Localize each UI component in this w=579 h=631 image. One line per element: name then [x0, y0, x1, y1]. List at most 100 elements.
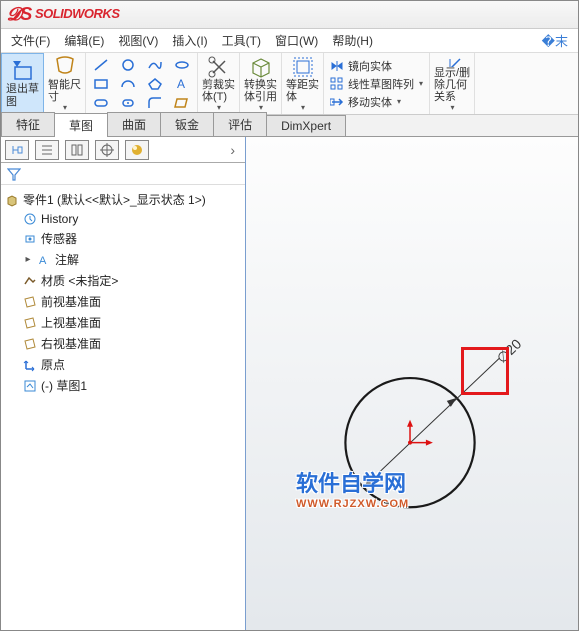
chevron-down-icon: ▾ — [419, 79, 423, 88]
panel-chevron-icon[interactable]: › — [224, 142, 241, 158]
tree-origin[interactable]: 原点 — [1, 354, 245, 375]
scene: ∅20 — [246, 137, 578, 630]
tree-sketch1[interactable]: (-) 草图1 — [1, 375, 245, 396]
feature-tree-panel: › 零件1 (默认<<默认>_显示状态 1>) History 传感器 ▸ A … — [1, 137, 246, 630]
tab-dimxpert[interactable]: DimXpert — [266, 115, 346, 136]
plane-icon — [23, 337, 37, 351]
exit-sketch-icon — [11, 59, 35, 83]
tree-front-plane[interactable]: 前视基准面 — [1, 291, 245, 312]
chevron-down-icon: ▾ — [451, 103, 455, 112]
fillet-tool[interactable] — [142, 94, 168, 112]
menu-window[interactable]: 窗口(W) — [269, 30, 324, 51]
spline-tool[interactable] — [142, 56, 168, 74]
tree-material[interactable]: 材质 <未指定> — [1, 270, 245, 291]
menu-view[interactable]: 视图(V) — [112, 30, 164, 51]
relations-button[interactable]: 显示/删 除几何 关系 ▾ — [430, 53, 475, 114]
origin-marker — [407, 420, 433, 446]
history-icon — [23, 212, 37, 226]
smart-dimension-button[interactable]: 智能尺 寸 ▾ — [44, 53, 86, 114]
exit-sketch-button[interactable]: 退出草 图 — [1, 53, 44, 114]
origin-icon — [23, 358, 37, 372]
offset-button[interactable]: 等距实 体 ▾ — [282, 53, 324, 114]
rect-tool[interactable] — [88, 75, 114, 93]
ribbon: 退出草 图 智能尺 寸 ▾ A 剪裁实 体(T) ▾ 转换实 体引用 ▾ 等距实… — [1, 53, 578, 115]
graphics-canvas[interactable]: ∅20 软件自学网 WWW.RJZXW.COM — [246, 137, 578, 630]
point-tool[interactable] — [115, 94, 141, 112]
search-icon[interactable]: �末 — [536, 29, 574, 52]
tree-icon — [10, 143, 24, 157]
annotation-icon: A — [37, 253, 51, 267]
target-icon — [100, 143, 114, 157]
tab-sheetmetal[interactable]: 钣金 — [160, 112, 214, 136]
tab-sketch[interactable]: 草图 — [54, 113, 108, 137]
offset-icon — [291, 55, 315, 79]
material-icon — [23, 274, 37, 288]
menu-edit[interactable]: 编辑(E) — [58, 30, 110, 51]
convert-button[interactable]: 转换实 体引用 ▾ — [240, 53, 282, 114]
app-logo: 𝓓S SOLIDWORKS — [7, 4, 120, 25]
sketch-tools-grid: A — [86, 53, 198, 114]
tree-annotations[interactable]: ▸ A 注解 — [1, 249, 245, 270]
config-tab[interactable] — [65, 140, 89, 160]
text-tool[interactable]: A — [169, 75, 195, 93]
chevron-down-icon: ▾ — [301, 103, 305, 112]
plane-tool[interactable] — [169, 94, 195, 112]
move-icon — [330, 95, 344, 109]
tree-top-plane[interactable]: 上视基准面 — [1, 312, 245, 333]
svg-text:A: A — [39, 255, 47, 267]
menu-help[interactable]: 帮助(H) — [326, 30, 379, 51]
chevron-down-icon: ▾ — [259, 103, 263, 112]
mirror-icon — [330, 59, 344, 73]
svg-text:A: A — [177, 77, 185, 91]
convert-label: 转换实 体引用 — [244, 79, 277, 103]
tree-root[interactable]: 零件1 (默认<<默认>_显示状态 1>) — [1, 189, 245, 210]
menu-file[interactable]: 文件(F) — [5, 30, 56, 51]
transform-group: 镜向实体 线性草图阵列▾ 移动实体▾ — [324, 53, 430, 114]
dim-tab[interactable] — [95, 140, 119, 160]
tab-surface[interactable]: 曲面 — [107, 112, 161, 136]
plane-icon — [23, 316, 37, 330]
slot-tool[interactable] — [88, 94, 114, 112]
arrowhead-icon — [447, 398, 457, 407]
move-button[interactable]: 移动实体▾ — [330, 94, 423, 110]
circle-tool[interactable] — [115, 56, 141, 74]
tab-evaluate[interactable]: 评估 — [213, 112, 267, 136]
menu-insert[interactable]: 插入(I) — [166, 30, 213, 51]
chevron-down-icon: ▾ — [63, 103, 67, 112]
feature-tree-tab[interactable] — [5, 140, 29, 160]
part-icon — [5, 193, 19, 207]
trim-button[interactable]: 剪裁实 体(T) ▾ — [198, 53, 240, 114]
pattern-icon — [330, 77, 344, 91]
filter-row — [1, 163, 245, 185]
sketch-icon — [23, 379, 37, 393]
line-tool[interactable] — [88, 56, 114, 74]
exit-sketch-label: 退出草 图 — [6, 83, 39, 107]
tree-sensors[interactable]: 传感器 — [1, 228, 245, 249]
pattern-button[interactable]: 线性草图阵列▾ — [330, 76, 423, 92]
menu-tools[interactable]: 工具(T) — [216, 30, 267, 51]
config-icon — [70, 143, 84, 157]
menu-bar: 文件(F) 编辑(E) 视图(V) 插入(I) 工具(T) 窗口(W) 帮助(H… — [1, 29, 578, 53]
expand-icon[interactable]: ▸ — [23, 254, 33, 265]
funnel-icon[interactable] — [7, 167, 21, 181]
command-tabs: 特征 草图 曲面 钣金 评估 DimXpert — [1, 115, 578, 137]
dimension-icon — [53, 55, 77, 79]
arc-tool[interactable] — [115, 75, 141, 93]
ellipse-tool[interactable] — [169, 56, 195, 74]
tab-feature[interactable]: 特征 — [1, 112, 55, 136]
scissors-icon — [207, 55, 231, 79]
list-icon — [40, 143, 54, 157]
relations-icon — [440, 55, 464, 67]
polygon-tool[interactable] — [142, 75, 168, 93]
appearance-tab[interactable] — [125, 140, 149, 160]
sensor-icon — [23, 232, 37, 246]
mirror-button[interactable]: 镜向实体 — [330, 58, 423, 74]
tree-right-plane[interactable]: 右视基准面 — [1, 333, 245, 354]
tree-history[interactable]: History — [1, 210, 245, 228]
chevron-down-icon: ▾ — [217, 103, 221, 112]
relations-label: 显示/删 除几何 关系 — [434, 67, 470, 103]
watermark: 软件自学网 WWW.RJZXW.COM — [296, 466, 409, 510]
offset-label: 等距实 体 — [286, 79, 319, 103]
title-bar: 𝓓S SOLIDWORKS — [1, 1, 578, 29]
property-tab[interactable] — [35, 140, 59, 160]
